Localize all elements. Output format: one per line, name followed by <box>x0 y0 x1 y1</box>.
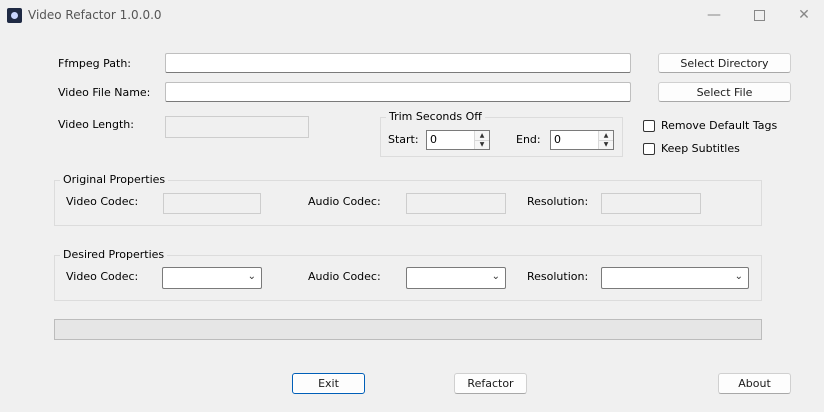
select-file-button[interactable]: Select File <box>658 82 791 102</box>
spin-up-icon[interactable]: ▲ <box>475 131 489 141</box>
exit-button[interactable]: Exit <box>292 373 365 394</box>
keep-subtitles-checkbox[interactable] <box>643 143 655 155</box>
window-title: Video Refactor 1.0.0.0 <box>28 8 162 22</box>
maximize-icon <box>753 9 765 21</box>
original-audio-codec-label: Audio Codec: <box>308 195 381 208</box>
trim-end-stepper[interactable]: 0 ▲ ▼ <box>550 130 614 150</box>
trim-start-value: 0 <box>430 133 437 146</box>
original-properties-title: Original Properties <box>60 173 169 186</box>
video-length-label: Video Length: <box>58 118 134 131</box>
ffmpeg-path-label: Ffmpeg Path: <box>58 57 132 70</box>
close-icon: ✕ <box>798 7 810 23</box>
minimize-icon: — <box>707 7 721 23</box>
video-file-name-label: Video File Name: <box>58 86 151 99</box>
video-file-name-input[interactable] <box>165 82 631 102</box>
desired-resolution-select[interactable]: ⌄ <box>601 267 749 289</box>
chevron-down-icon: ⌄ <box>491 271 500 282</box>
desired-properties-title: Desired Properties <box>60 248 168 261</box>
trim-end-value: 0 <box>554 133 561 146</box>
chevron-down-icon: ⌄ <box>734 271 743 282</box>
app-icon <box>7 8 22 23</box>
trim-seconds-title: Trim Seconds Off <box>386 110 485 123</box>
original-video-codec-label: Video Codec: <box>66 195 139 208</box>
minimize-button[interactable]: — <box>692 4 736 26</box>
original-resolution-label: Resolution: <box>527 195 589 208</box>
select-directory-button[interactable]: Select Directory <box>658 53 791 73</box>
desired-video-codec-select[interactable]: ⌄ <box>162 267 262 289</box>
original-video-codec-field <box>163 193 261 214</box>
remove-default-tags-label[interactable]: Remove Default Tags <box>661 119 777 132</box>
remove-default-tags-checkbox[interactable] <box>643 120 655 132</box>
desired-resolution-label: Resolution: <box>527 270 589 283</box>
trim-end-label: End: <box>516 133 541 146</box>
maximize-button[interactable] <box>737 4 781 26</box>
desired-audio-codec-label: Audio Codec: <box>308 270 381 283</box>
close-button[interactable]: ✕ <box>782 4 824 26</box>
video-length-field <box>165 116 309 138</box>
about-button[interactable]: About <box>718 373 791 394</box>
original-audio-codec-field <box>406 193 506 214</box>
refactor-progress-bar <box>54 319 762 340</box>
ffmpeg-path-input[interactable] <box>165 53 631 73</box>
spin-down-icon[interactable]: ▼ <box>599 140 613 149</box>
spin-down-icon[interactable]: ▼ <box>475 140 489 149</box>
desired-audio-codec-select[interactable]: ⌄ <box>406 267 506 289</box>
desired-video-codec-label: Video Codec: <box>66 270 139 283</box>
chevron-down-icon: ⌄ <box>247 271 256 282</box>
keep-subtitles-label[interactable]: Keep Subtitles <box>661 142 740 155</box>
trim-start-stepper[interactable]: 0 ▲ ▼ <box>426 130 490 150</box>
spin-up-icon[interactable]: ▲ <box>599 131 613 141</box>
refactor-button[interactable]: Refactor <box>454 373 527 394</box>
trim-start-label: Start: <box>388 133 419 146</box>
original-resolution-field <box>601 193 701 214</box>
